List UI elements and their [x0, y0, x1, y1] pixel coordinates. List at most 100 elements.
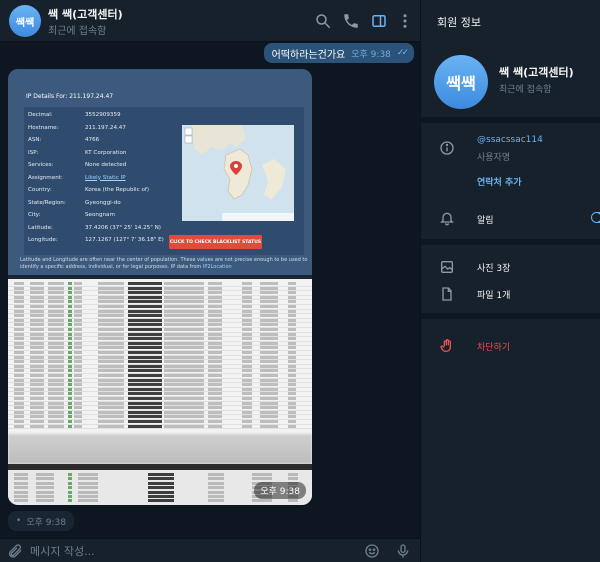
table-cell — [14, 318, 24, 322]
table-cell — [48, 397, 64, 400]
table-cell — [30, 300, 44, 304]
table-cell — [74, 323, 82, 327]
block-user-button[interactable]: 차단하기 — [477, 340, 510, 353]
table-cell — [68, 286, 72, 290]
table-cell — [74, 401, 82, 405]
table-cell — [164, 295, 204, 299]
phone-icon[interactable] — [342, 12, 360, 30]
table-cell — [74, 387, 82, 391]
table-cell — [288, 295, 296, 299]
table-cell — [68, 309, 72, 313]
chat-status: 최근에 접속함 — [48, 26, 107, 37]
table-cell — [208, 351, 222, 354]
profile-avatar[interactable]: 쌕쌕 — [434, 55, 488, 109]
table-cell — [148, 477, 174, 481]
table-cell — [74, 424, 82, 428]
table-cell — [242, 387, 252, 391]
table-cell — [68, 374, 72, 377]
table-cell — [260, 323, 278, 327]
table-cell — [14, 309, 24, 313]
table-cell — [68, 351, 72, 354]
ip-detail-row: Country: Korea (the Republic of) — [28, 187, 178, 196]
table-cell — [14, 499, 28, 503]
table-cell — [288, 341, 296, 345]
chat-title[interactable]: 쌕 쌕(고객센터) — [48, 6, 123, 22]
table-cell — [98, 286, 124, 290]
table-cell — [74, 346, 82, 350]
table-cell — [74, 309, 82, 313]
table-cell — [14, 286, 24, 290]
table-cell — [74, 282, 82, 285]
ip-details-panel: Decimal: 3552909359 Hostname: 211.197.24.47… — [24, 107, 304, 255]
table-cell — [242, 383, 252, 387]
ip-detail-key: Country: — [28, 187, 52, 193]
table-cell — [128, 318, 162, 322]
ip-detail-value: None detected — [85, 162, 127, 168]
attach-icon[interactable] — [7, 543, 23, 559]
message-input[interactable] — [30, 543, 350, 559]
microphone-icon[interactable] — [395, 543, 411, 559]
image-message[interactable]: IP Details For: 211.197.24.47 Decimal: 35… — [8, 69, 312, 505]
ip-detail-row: Services: None detected — [28, 162, 178, 171]
table-cell — [288, 499, 298, 503]
table-cell — [98, 323, 124, 327]
table-cell — [260, 387, 278, 391]
table-cell — [128, 415, 162, 419]
table-cell — [98, 406, 124, 410]
username-label: 사용자명 — [477, 153, 511, 163]
username-link[interactable]: @ssacssac114 — [477, 135, 543, 145]
table-cell — [128, 374, 162, 377]
table-cell — [128, 295, 162, 299]
outgoing-message[interactable]: 어떡하라는건가요 오후 9:38 ✓✓ — [263, 43, 414, 63]
table-cell — [14, 420, 24, 423]
table-cell — [98, 364, 124, 368]
table-cell — [260, 369, 278, 373]
table-cell — [68, 360, 72, 364]
table-cell — [74, 420, 82, 423]
table-cell — [14, 495, 28, 498]
emoji-icon[interactable] — [364, 543, 380, 559]
more-vertical-icon[interactable] — [396, 12, 414, 30]
table-cell — [164, 300, 204, 304]
photos-link[interactable]: 사진 3장 — [477, 261, 510, 274]
table-cell — [208, 286, 222, 290]
notifications-label[interactable]: 알림 — [477, 213, 494, 226]
search-icon[interactable] — [314, 12, 332, 30]
files-link[interactable]: 파일 1개 — [477, 288, 510, 301]
message-time: 오후 9:38 — [26, 517, 66, 528]
table-cell — [74, 415, 82, 419]
table-cell — [288, 318, 296, 322]
ip-detail-row: State/Region: Gyeonggi-do — [28, 200, 178, 209]
table-cell — [260, 305, 278, 308]
table-cell — [78, 499, 98, 503]
table-cell — [128, 387, 162, 391]
table-cell — [242, 369, 252, 373]
table-cell — [288, 401, 296, 405]
notifications-toggle[interactable] — [591, 212, 600, 223]
table-cell — [74, 337, 82, 341]
ip-detail-value: 37.4206 (37° 25' 14.25" N) — [85, 224, 161, 231]
table-cell — [30, 328, 44, 331]
table-cell — [208, 401, 222, 405]
table-cell — [68, 406, 72, 410]
table-cell — [30, 360, 44, 364]
table-cell — [164, 318, 204, 322]
table-cell — [30, 406, 44, 410]
sidebar-toggle-icon[interactable] — [370, 12, 388, 30]
table-cell — [68, 282, 72, 285]
table-cell — [208, 305, 222, 308]
ip-detail-value: Gyeonggi-do — [85, 199, 121, 206]
add-contact-button[interactable]: 연락처 추가 — [477, 175, 522, 188]
table-cell — [68, 481, 72, 485]
table-cell — [164, 392, 204, 396]
table-cell — [68, 383, 72, 387]
table-cell — [128, 286, 162, 290]
table-cell — [242, 410, 252, 414]
table-cell — [14, 291, 24, 295]
incoming-message[interactable]: • 오후 9:38 — [8, 511, 74, 531]
table-cell — [128, 397, 162, 400]
table-cell — [14, 355, 24, 359]
table-cell — [128, 300, 162, 304]
table-cell — [164, 410, 204, 414]
avatar[interactable]: 쌕쌕 — [9, 5, 41, 37]
